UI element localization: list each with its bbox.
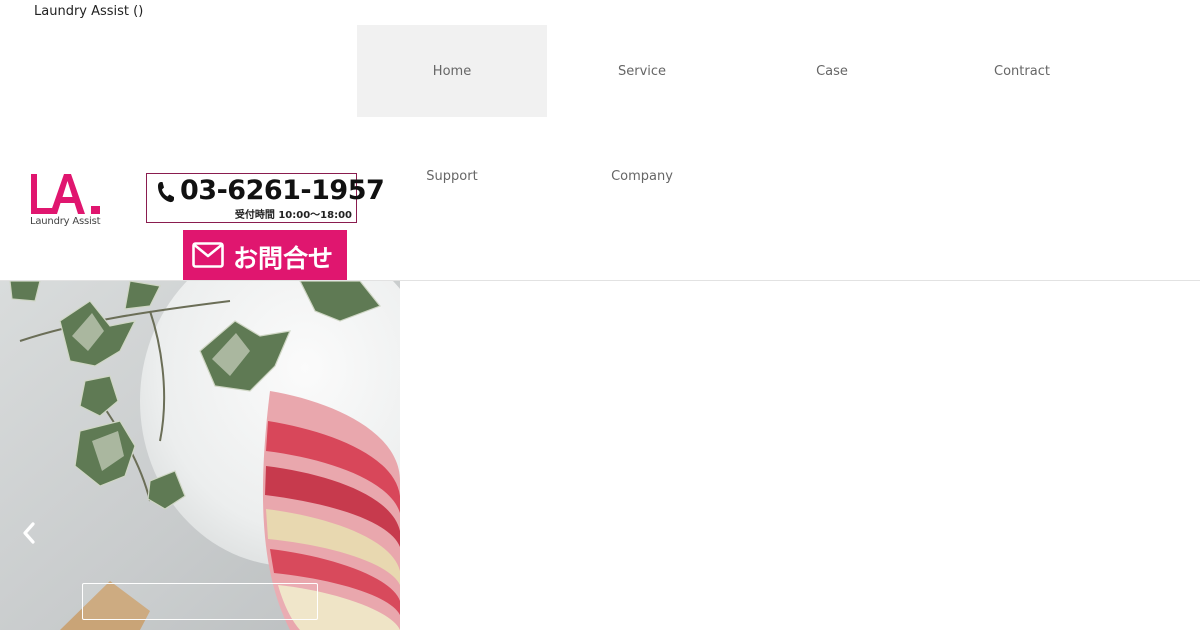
nav-item-contract[interactable]: Contract xyxy=(927,25,1117,117)
nav-item-case[interactable]: Case xyxy=(737,25,927,117)
nav-item-home[interactable]: Home xyxy=(357,25,547,117)
chevron-left-icon[interactable] xyxy=(18,519,40,547)
logo-mark xyxy=(31,174,100,214)
contact-button-label: お問合せ xyxy=(233,244,334,273)
page: Laundry Assist () Home Service Case Cont… xyxy=(0,0,1200,630)
logo-subtitle: Laundry Assist xyxy=(30,216,101,227)
site-logo[interactable]: Laundry Assist xyxy=(28,172,108,230)
business-hours: 受付時間 10:00～18:00 xyxy=(234,210,352,221)
nav-item-company[interactable]: Company xyxy=(547,130,737,222)
site-title: Laundry Assist () xyxy=(34,4,144,19)
phone-icon xyxy=(158,182,174,203)
hero-slider[interactable] xyxy=(0,281,400,630)
nav-item-support[interactable]: Support xyxy=(357,130,547,222)
mail-icon xyxy=(192,242,224,268)
phone-number: 03-6261-1957 xyxy=(180,175,385,206)
hero-image xyxy=(0,281,400,630)
contact-button[interactable]: お問合せ xyxy=(183,230,347,280)
slider-caption[interactable] xyxy=(82,583,318,620)
phone-contact[interactable]: 03-6261-1957 受付時間 10:00～18:00 xyxy=(146,173,385,223)
nav-item-service[interactable]: Service xyxy=(547,25,737,117)
